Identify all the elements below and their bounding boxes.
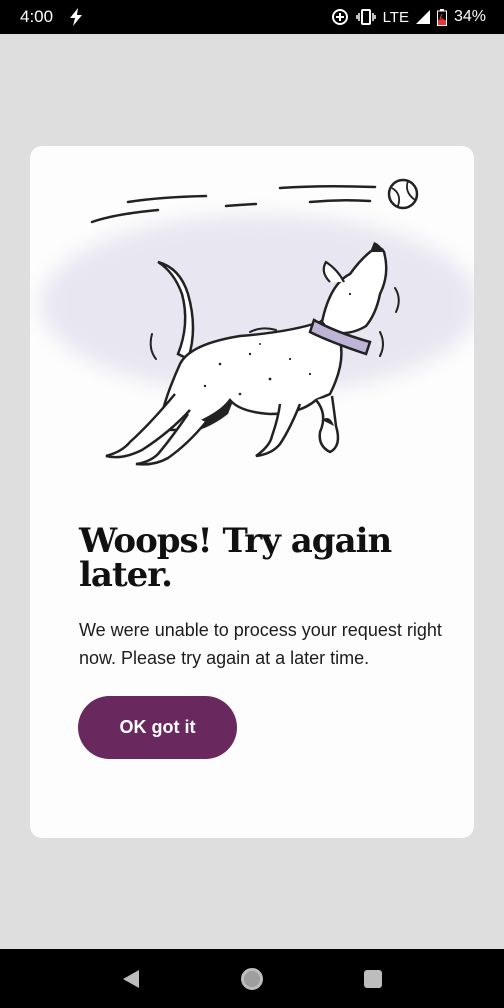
navigation-bar bbox=[0, 949, 504, 1008]
recents-icon[interactable] bbox=[353, 959, 393, 999]
data-saver-icon bbox=[331, 8, 349, 26]
dog-catching-ball-illustration bbox=[40, 178, 474, 466]
back-icon[interactable] bbox=[111, 959, 151, 999]
home-icon[interactable] bbox=[232, 959, 272, 999]
battery-percent: 34% bbox=[453, 8, 486, 25]
status-time: 4:00 bbox=[20, 7, 54, 26]
signal-icon bbox=[415, 10, 430, 24]
vibrate-icon bbox=[355, 9, 376, 25]
ball-icon bbox=[387, 178, 419, 210]
ok-got-it-button[interactable]: OK got it bbox=[78, 696, 237, 759]
status-bar: 4:00 LTE 34% bbox=[0, 0, 504, 34]
flash-icon bbox=[69, 8, 83, 26]
error-dialog: Woops! Try again later. We were unable t… bbox=[30, 146, 474, 838]
network-label: LTE bbox=[382, 8, 409, 26]
error-title: Woops! Try again later. bbox=[79, 521, 392, 595]
battery-icon bbox=[436, 8, 447, 26]
error-message: We were unable to process your request r… bbox=[79, 620, 442, 668]
